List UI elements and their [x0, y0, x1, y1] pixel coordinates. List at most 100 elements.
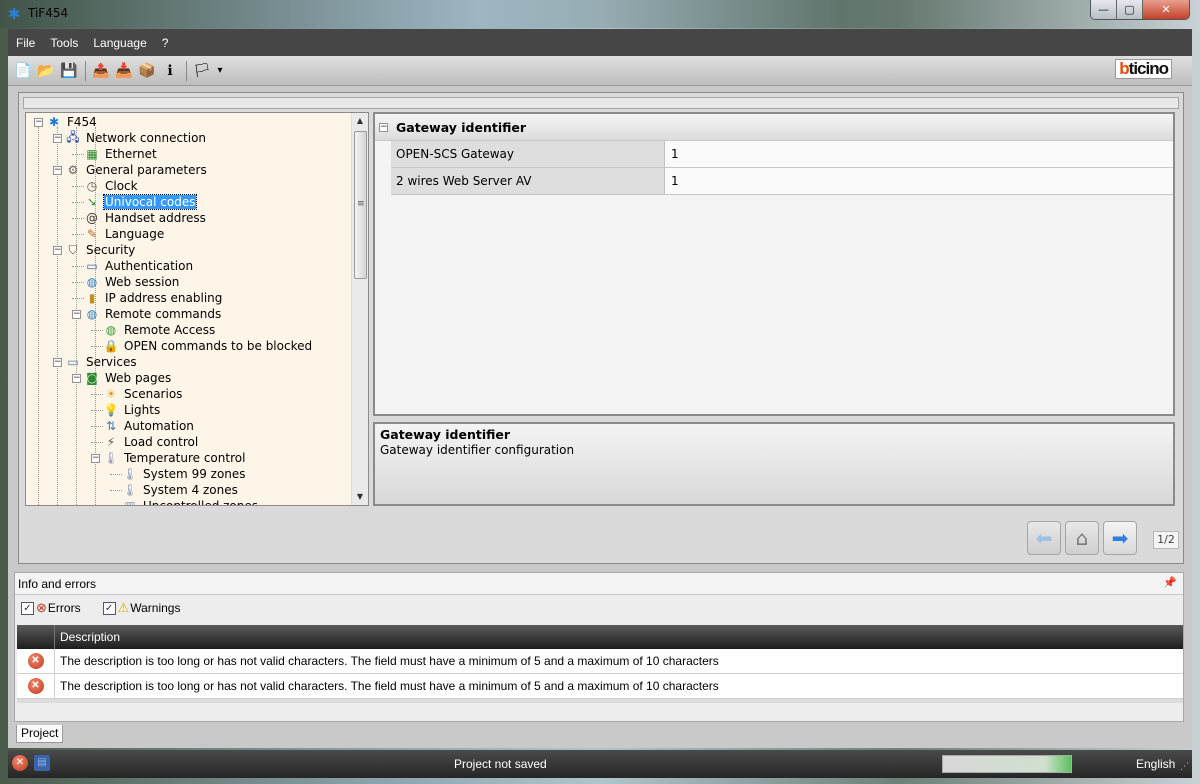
tree-node-label[interactable]: System 4 zones [142, 483, 239, 497]
tree-node-label[interactable]: Load control [123, 435, 199, 449]
tree-node-label[interactable]: Automation [123, 419, 195, 433]
property-group-header[interactable]: − Gateway identifier [375, 114, 1173, 141]
tree-node[interactable]: 🌡 System 4 zones [110, 482, 239, 498]
forward-button[interactable]: ➡ [1103, 521, 1137, 555]
column-header-description[interactable]: Description [55, 625, 120, 649]
tree-node-label[interactable]: Clock [104, 179, 139, 193]
tree-node[interactable]: ➘ Univocal codes [72, 194, 198, 210]
tree-node[interactable]: ☀ Scenarios [91, 386, 183, 402]
tree-node-label[interactable]: Remote commands [104, 307, 222, 321]
property-row[interactable]: 2 wires Web Server AV 1 [391, 168, 1173, 195]
scroll-thumb[interactable]: ≡ [354, 131, 367, 279]
collapse-icon[interactable]: − [53, 245, 62, 255]
chevron-down-icon[interactable]: ▾ [214, 60, 226, 82]
tree-node-label[interactable]: Web pages [104, 371, 172, 385]
new-icon[interactable]: 📄 [12, 60, 34, 82]
scroll-down-icon[interactable]: ▼ [352, 489, 368, 505]
tree-node[interactable]: ◍ Remote Access [91, 322, 216, 338]
tree-node-label[interactable]: Language [104, 227, 165, 241]
collapse-icon[interactable]: − [91, 453, 100, 463]
tree-node[interactable]: − ⚙ General parameters [53, 162, 208, 178]
project-unsaved-icon[interactable]: ▤ [34, 755, 50, 771]
tree-node[interactable]: 💡 Lights [91, 402, 161, 418]
tree-node[interactable]: ▦ Ethernet [72, 146, 158, 162]
tree-node-label[interactable]: IP address enabling [104, 291, 223, 305]
collapse-icon[interactable]: − [72, 309, 81, 319]
device-info-icon[interactable]: ℹ [159, 60, 181, 82]
language-indicator[interactable]: English [1136, 757, 1175, 771]
tree-node[interactable]: @ Handset address [72, 210, 207, 226]
property-row[interactable]: OPEN-SCS Gateway 1 [391, 141, 1173, 168]
send-icon[interactable]: 📤 [90, 60, 112, 82]
tree-node[interactable]: − ▭ Services [53, 354, 138, 370]
error-status-icon[interactable]: ✕ [12, 755, 28, 771]
property-value[interactable]: 1 [665, 168, 1173, 194]
tree-node-label[interactable]: Handset address [104, 211, 207, 225]
collapse-icon[interactable]: − [34, 117, 43, 127]
maximize-button[interactable]: ▢ [1117, 0, 1143, 19]
tree-node[interactable]: − 🌡 Temperature control [91, 450, 246, 466]
tree-node-label[interactable]: Ethernet [104, 147, 158, 161]
tree-node-label[interactable]: General parameters [85, 163, 208, 177]
collapse-icon[interactable]: − [53, 357, 62, 367]
open-folder-icon[interactable]: 📂 [35, 60, 57, 82]
tree-node-label[interactable]: Security [85, 243, 136, 257]
errors-filter[interactable]: ✓ ⊗ Errors [21, 600, 81, 616]
tree-node-label[interactable]: Network connection [85, 131, 207, 145]
resize-grip-icon[interactable]: ⋰ [1180, 762, 1189, 772]
tree-node-label[interactable]: Scenarios [123, 387, 183, 401]
tree-node[interactable]: − ◍ Remote commands [72, 306, 222, 322]
tree-node[interactable]: − ⛉ Security [53, 242, 136, 258]
receive-icon[interactable]: 📥 [113, 60, 135, 82]
column-header-icon[interactable] [17, 625, 55, 649]
tree-node-label[interactable]: System 99 zones [142, 467, 247, 481]
property-value[interactable]: 1 [665, 141, 1173, 167]
tree-node-label[interactable]: OPEN commands to be blocked [123, 339, 313, 353]
firmware-icon[interactable]: 📦 [136, 60, 158, 82]
menu-language[interactable]: Language [93, 36, 146, 50]
menu-file[interactable]: File [16, 36, 35, 50]
warnings-checkbox[interactable]: ✓ [102, 601, 116, 615]
collapse-icon[interactable]: − [53, 165, 62, 175]
tree-node[interactable]: ▮ IP address enabling [72, 290, 223, 306]
pin-icon[interactable]: 📌 [1163, 576, 1177, 589]
tree-node-label[interactable]: Univocal codes [102, 194, 198, 210]
menu-bar: File Tools Language ? [8, 29, 1192, 56]
minimize-button[interactable]: — [1091, 0, 1117, 19]
menu-tools[interactable]: Tools [50, 36, 78, 50]
tree-node-label[interactable]: Temperature control [123, 451, 246, 465]
tree-node[interactable]: ◷ Clock [72, 178, 139, 194]
menu-help[interactable]: ? [162, 36, 169, 50]
home-button[interactable]: ⌂ [1065, 521, 1099, 555]
back-button[interactable]: ⬅ [1027, 521, 1061, 555]
tree-scrollbar[interactable]: ▲ ≡ ▼ [351, 113, 368, 505]
errors-checkbox[interactable]: ✓ [21, 601, 34, 615]
tree-node[interactable]: ✎ Language [72, 226, 165, 242]
scroll-up-icon[interactable]: ▲ [352, 113, 368, 129]
tree-node-label[interactable]: Services [85, 355, 138, 369]
tab-project[interactable]: Project [16, 725, 64, 743]
warnings-filter[interactable]: ✓ ⚠ Warnings [102, 600, 180, 616]
save-icon[interactable]: 💾 [58, 60, 80, 82]
table-row[interactable]: ✕ The description is too long or has not… [17, 649, 1183, 674]
tree-node[interactable]: − ◙ Web pages [72, 370, 172, 386]
tree-node[interactable]: 🌡 System 99 zones [110, 466, 247, 482]
tree-node[interactable]: ◍ Web session [72, 274, 180, 290]
collapse-icon[interactable]: − [53, 133, 62, 143]
tree-node[interactable]: ▭ Authentication [72, 258, 194, 274]
table-row[interactable]: ✕ The description is too long or has not… [17, 674, 1183, 699]
tree-node[interactable]: ▥ Uncontrolled zones [110, 498, 259, 505]
tree-node-label[interactable]: Remote Access [123, 323, 216, 337]
language-flags-icon[interactable]: 🏳 [191, 60, 213, 82]
tree-node[interactable]: 🔒 OPEN commands to be blocked [91, 338, 313, 354]
collapse-icon[interactable]: − [72, 373, 81, 383]
collapse-icon[interactable]: − [379, 122, 388, 132]
tree-node[interactable]: ⚡ Load control [91, 434, 199, 450]
close-button[interactable]: ✕ [1143, 0, 1189, 19]
tree-node-label[interactable]: Lights [123, 403, 161, 417]
tree-node[interactable]: − 🖧 Network connection [53, 130, 207, 146]
tree-node-label[interactable]: Web session [104, 275, 180, 289]
tree-node[interactable]: ⇅ Automation [91, 418, 195, 434]
tree-node-label[interactable]: Uncontrolled zones [142, 499, 259, 505]
tree-node-label[interactable]: Authentication [104, 259, 194, 273]
